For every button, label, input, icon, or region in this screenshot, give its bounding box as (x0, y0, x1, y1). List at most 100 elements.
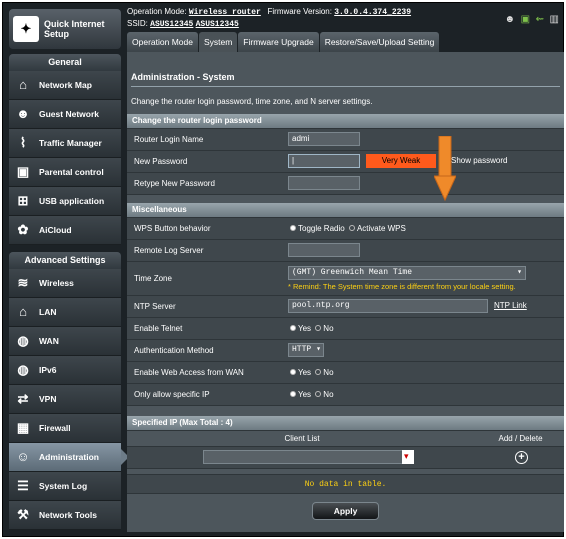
advanced-title: Advanced Settings (9, 252, 121, 269)
lock-icon: ▣ (16, 164, 30, 179)
sidebar-item-usb-application[interactable]: ⊞ USB application (9, 187, 121, 216)
network-map-icon: ⌂ (19, 77, 27, 92)
vpn-icon: ⇄ (17, 391, 29, 406)
sidebar-item-label: Administration (39, 452, 99, 462)
log-icon: ☰ (17, 478, 29, 493)
quick-internet-setup-button[interactable]: ✦ Quick Internet Setup (9, 9, 121, 49)
sidebar-item-label: AiCloud (39, 225, 72, 235)
no-label: No (323, 323, 334, 333)
password-strength-badge: Very Weak (366, 154, 436, 168)
wand-icon: ✦ (13, 16, 39, 42)
login-name-label: Router Login Name (127, 127, 285, 151)
client-input[interactable]: ▾ (203, 450, 414, 464)
add-icon[interactable]: + (515, 450, 528, 464)
sidebar-item-label: Firewall (39, 423, 71, 433)
sidebar-item-guest-network[interactable]: ☻ Guest Network (9, 100, 121, 129)
wan-status-icon[interactable]: ▥ (550, 14, 559, 25)
no-label: No (323, 389, 334, 399)
sidebar-item-label: Traffic Manager (39, 138, 102, 148)
sidebar-item-label: LAN (39, 307, 57, 317)
section-title: Change the router login password (127, 114, 564, 128)
wps-activate-radio[interactable] (348, 225, 355, 232)
web-wan-label: Enable Web Access from WAN (127, 360, 285, 384)
only-ip-label: Only allow specific IP (127, 382, 285, 406)
sidebar-item-firewall[interactable]: ▦ Firewall (9, 414, 121, 443)
retype-password-input[interactable] (288, 176, 360, 190)
wps-toggle-radio[interactable] (290, 225, 296, 232)
new-password-label: New Password (127, 149, 285, 173)
firmware-link[interactable]: 3.0.0.4.374_2239 (334, 8, 411, 17)
sidebar: ✦ Quick Internet Setup General ⌂ Network … (6, 6, 129, 538)
tools-icon: ⚒ (17, 507, 29, 522)
tab-system[interactable]: System (198, 32, 238, 52)
sidebar-item-label: VPN (39, 394, 57, 404)
usb-icon: ⊞ (17, 193, 29, 208)
sidebar-item-lan[interactable]: ⌂ LAN (9, 298, 121, 327)
sidebar-item-network-map[interactable]: ⌂ Network Map (9, 71, 121, 100)
ntp-input[interactable]: pool.ntp.org (288, 299, 488, 313)
status-bar: Operation Mode: Wireless router Firmware… (127, 6, 564, 32)
status-icons: ☻ ▣ ⇜ ▥ (504, 14, 559, 25)
callout-arrow-icon (434, 136, 456, 202)
ssid-link-2[interactable]: ASUS12345 (196, 20, 239, 29)
main-content: Administration - System Change the route… (127, 52, 564, 532)
sidebar-item-wireless[interactable]: ≋ Wireless (9, 269, 121, 298)
web-wan-yes-radio[interactable] (290, 369, 296, 376)
general-group: General ⌂ Network Map ☻ Guest Network ⌇ Tra… (9, 54, 121, 245)
sidebar-item-label: WAN (39, 336, 59, 346)
globe-icon: ◍ (17, 333, 29, 348)
telnet-no-radio[interactable] (315, 325, 322, 332)
wps-opt1-label: Toggle Radio (298, 223, 345, 233)
sidebar-item-parental-control[interactable]: ▣ Parental control (9, 158, 121, 187)
sidebar-item-traffic-manager[interactable]: ⌇ Traffic Manager (9, 129, 121, 158)
op-mode-link[interactable]: Wireless router (189, 8, 261, 17)
globe-icon: ◍ (17, 362, 29, 377)
chart-icon: ⌇ (19, 135, 27, 150)
only-ip-no-radio[interactable] (315, 391, 322, 398)
telnet-yes-radio[interactable] (290, 325, 296, 332)
sidebar-item-administration[interactable]: ☺ Administration (9, 443, 129, 472)
sidebar-item-aicloud[interactable]: ✿ AiCloud (9, 216, 121, 245)
web-wan-no-radio[interactable] (315, 369, 322, 376)
empty-table-message: No data in table. (127, 474, 564, 494)
users-status-icon[interactable]: ☻ (504, 14, 515, 25)
section-title: Miscellaneous (127, 203, 564, 217)
sidebar-item-network-tools[interactable]: ⚒ Network Tools (9, 501, 121, 530)
usb-status-icon[interactable]: ⇜ (536, 14, 544, 25)
cloud-icon: ✿ (17, 222, 29, 237)
auth-select[interactable]: HTTP ▾ (288, 343, 324, 357)
timezone-label: Time Zone (127, 260, 285, 296)
wps-label: WPS Button behavior (127, 216, 285, 240)
sidebar-item-system-log[interactable]: ☰ System Log (9, 472, 121, 501)
apply-button[interactable]: Apply (312, 502, 379, 520)
ntp-link[interactable]: NTP Link (494, 301, 527, 310)
tab-bar: Operation Mode System Firmware Upgrade R… (127, 32, 440, 52)
tab-operation-mode[interactable]: Operation Mode (127, 32, 198, 52)
login-name-input[interactable]: admi (288, 132, 360, 146)
sidebar-item-label: Parental control (39, 167, 104, 177)
client-dropdown-button[interactable]: ▾ (402, 450, 414, 464)
admin-user-icon: ☺ (16, 449, 30, 464)
sidebar-item-ipv6[interactable]: ◍ IPv6 (9, 356, 121, 385)
ntp-label: NTP Server (127, 294, 285, 318)
tab-restore-save[interactable]: Restore/Save/Upload Setting (319, 32, 440, 52)
chevron-down-icon: ▾ (404, 451, 409, 461)
sidebar-item-vpn[interactable]: ⇄ VPN (9, 385, 121, 414)
timezone-value: (GMT) Greenwich Mean Time (292, 267, 413, 277)
ssid-link-1[interactable]: ASUS12345 (150, 20, 193, 29)
sidebar-item-wan[interactable]: ◍ WAN (9, 327, 121, 356)
chevron-down-icon: ▾ (316, 345, 321, 354)
chevron-down-icon: ▾ (517, 267, 522, 277)
timezone-remind: * Remind: The System time zone is differ… (288, 281, 516, 291)
remote-log-input[interactable] (288, 243, 360, 257)
tab-firmware-upgrade[interactable]: Firmware Upgrade (238, 32, 319, 52)
only-ip-yes-radio[interactable] (290, 391, 296, 398)
retype-password-label: Retype New Password (127, 171, 285, 195)
new-password-input[interactable]: | (288, 154, 360, 168)
copy-status-icon[interactable]: ▣ (521, 14, 530, 25)
general-title: General (9, 54, 121, 71)
timezone-select[interactable]: (GMT) Greenwich Mean Time ▾ (288, 265, 526, 280)
auth-label: Authentication Method (127, 338, 285, 362)
sidebar-item-label: IPv6 (39, 365, 57, 375)
show-password-label: Show password (451, 156, 508, 166)
